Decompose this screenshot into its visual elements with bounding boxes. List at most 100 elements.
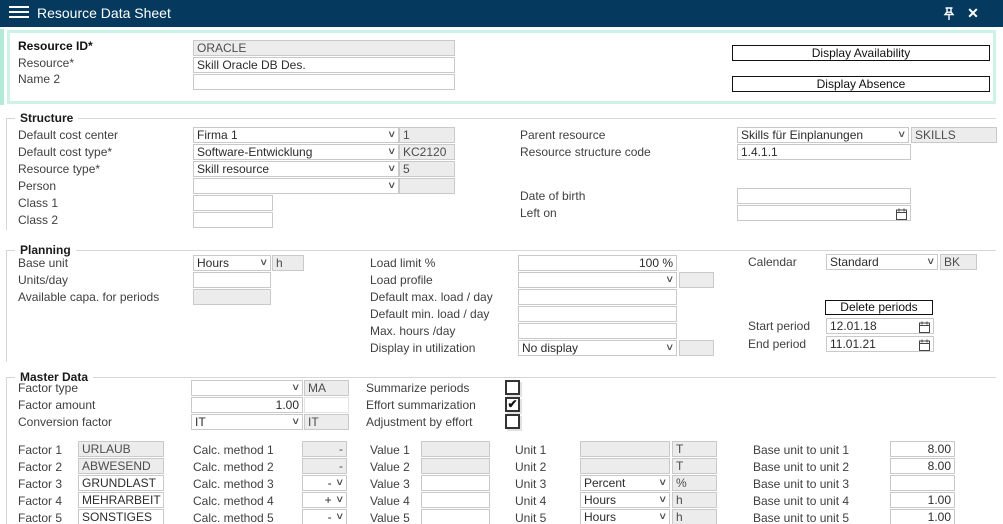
class1-field[interactable] [193,195,273,211]
date-of-birth-label: Date of birth [520,189,585,203]
load-profile-select[interactable]: ∨ [518,272,677,288]
base-unit5-field[interactable]: 1.00 [890,509,955,524]
display-util-code [679,340,714,356]
delete-periods-button[interactable]: Delete periods [825,300,933,315]
chevron-down-icon: ∨ [387,128,396,141]
factor-amount-field[interactable]: 1.00 [191,397,303,413]
cost-center-label: Default cost center [18,128,118,142]
close-icon[interactable]: ✕ [964,4,982,22]
unit4-select[interactable]: Hours∨ [580,492,670,508]
factor4-field[interactable]: MEHRARBEIT [78,492,164,508]
max-hours-field[interactable] [518,323,677,339]
effort-summarization-checkbox[interactable]: ✔ [505,397,520,412]
resource-id-field: ORACLE [193,40,455,56]
chevron-down-icon: ∨ [658,493,667,506]
unit5-select[interactable]: Hours∨ [580,509,670,524]
chevron-down-icon: ∨ [259,256,268,269]
factor5-label: Factor 5 [18,511,62,524]
unit3-select[interactable]: Percent∨ [580,475,670,491]
factor-type-code: MA [304,380,349,396]
max-load-field[interactable] [518,289,677,305]
base-unit2-field[interactable]: 8.00 [890,458,955,474]
cost-type-code: KC2120 [399,144,455,160]
unit5-label: Unit 5 [515,511,546,524]
base-unit4-field[interactable]: 1.00 [890,492,955,508]
conversion-factor-code: IT [304,414,349,430]
display-util-select[interactable]: No display∨ [518,340,677,356]
min-load-field[interactable] [518,306,677,322]
section-accent-bar [0,29,4,105]
calc-method2-label: Calc. method 2 [193,460,274,474]
calc-method4-label: Calc. method 4 [193,494,274,508]
base-unit-select[interactable]: Hours∨ [193,255,271,271]
chevron-down-icon: ∨ [291,381,300,394]
end-period-field[interactable]: 11.01.21 [826,336,934,352]
calendar-code: BK [940,254,977,270]
left-on-label: Left on [520,206,557,220]
factor-type-select[interactable]: ∨ [191,380,303,396]
base-unit1-field[interactable]: 8.00 [890,441,955,457]
chevron-down-icon: ∨ [926,255,935,268]
factor1-field: URLAUB [78,441,164,457]
unit4-code: h [672,492,717,508]
calendar-select[interactable]: Standard∨ [826,254,938,270]
avail-capa-label: Available capa. for periods [18,290,159,304]
units-day-field[interactable] [193,272,271,288]
adjustment-by-effort-checkbox[interactable] [505,414,520,429]
class2-field[interactable] [193,212,273,228]
unit5-code: h [672,509,717,524]
summarize-periods-checkbox[interactable] [505,380,520,395]
person-select[interactable]: ∨ [193,178,399,194]
load-profile-label: Load profile [370,273,433,287]
display-absence-button[interactable]: Display Absence [732,76,990,92]
start-period-field[interactable]: 12.01.18 [826,318,934,334]
factor5-field[interactable]: SONSTIGES [78,509,164,524]
chevron-down-icon: ∨ [387,179,396,192]
factor3-field[interactable]: GRUNDLAST [78,475,164,491]
menu-icon[interactable] [9,6,29,20]
conversion-factor-select[interactable]: IT∨ [191,414,303,430]
base-unit1-label: Base unit to unit 1 [753,443,849,457]
chevron-down-icon: ∨ [665,341,674,354]
chevron-down-icon: ∨ [291,415,300,428]
resource-name-field[interactable]: Skill Oracle DB Des. [193,57,455,73]
calendar-icon[interactable] [896,208,907,220]
factor-amount-label: Factor amount [18,398,95,412]
title-bar: Resource Data Sheet ✕ [0,0,1003,27]
parent-resource-code: SKILLS [911,127,997,143]
pin-icon[interactable] [940,5,958,23]
parent-resource-label: Parent resource [520,128,605,142]
value2-label: Value 2 [370,460,410,474]
left-on-field[interactable] [737,205,911,221]
base-unit-code: h [272,255,304,271]
base-unit3-field[interactable] [890,475,955,491]
person-label: Person [18,179,56,193]
effort-summarization-label: Effort summarization [366,398,476,412]
unit2-label: Unit 2 [515,460,546,474]
value4-field[interactable] [421,492,490,508]
value4-label: Value 4 [370,494,410,508]
parent-resource-select[interactable]: Skills für Einplanungen∨ [737,127,909,143]
calendar-icon[interactable] [919,321,930,333]
value3-field[interactable] [421,475,490,491]
load-profile-code [679,272,714,288]
factor3-label: Factor 3 [18,477,62,491]
name2-field[interactable] [193,74,455,90]
base-unit3-label: Base unit to unit 3 [753,477,849,491]
calc-method1-label: Calc. method 1 [193,443,274,457]
load-limit-field[interactable]: 100 % [518,255,677,271]
calc-method3-select[interactable]: -∨ [302,475,347,491]
calendar-icon[interactable] [919,339,930,351]
unit1-label: Unit 1 [515,443,546,457]
calc-method5-select[interactable]: -∨ [302,509,347,524]
date-of-birth-field[interactable] [737,188,911,204]
value5-field[interactable] [421,509,490,524]
display-util-label: Display in utilization [370,341,475,355]
display-availability-button[interactable]: Display Availability [732,45,990,61]
calc-method4-select[interactable]: +∨ [302,492,347,508]
structure-code-field[interactable]: 1.4.1.1 [737,144,911,160]
unit1-code: T [672,441,717,457]
resource-type-select[interactable]: Skill resource∨ [193,161,399,177]
cost-center-select[interactable]: Firma 1∨ [193,127,399,143]
cost-type-select[interactable]: Software-Entwicklung∨ [193,144,399,160]
